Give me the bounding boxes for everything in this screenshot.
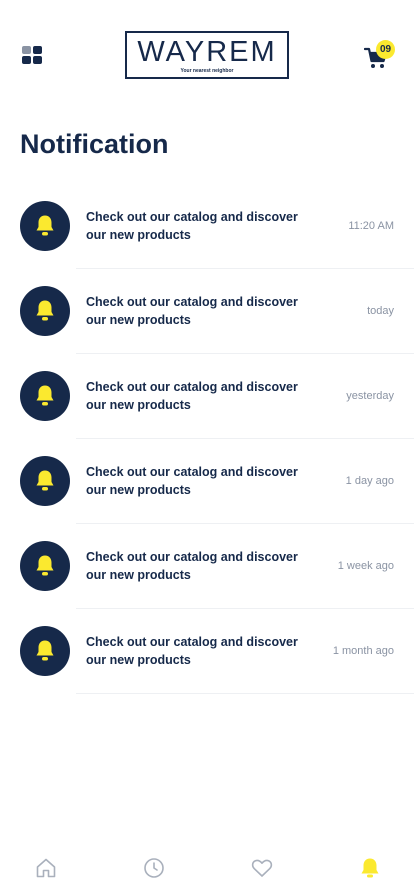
notification-message: Check out our catalog and discover our n…	[86, 380, 298, 412]
notification-avatar	[20, 541, 70, 591]
grid-square	[22, 46, 31, 54]
notification-avatar	[20, 626, 70, 676]
cart-count-badge: 09	[376, 40, 395, 59]
notification-item[interactable]: Check out our catalog and discover our n…	[0, 524, 414, 609]
logo-wordmark: WAYREM	[137, 36, 277, 68]
notification-message: Check out our catalog and discover our n…	[86, 295, 298, 327]
heart-icon	[251, 859, 273, 877]
notification-avatar	[20, 286, 70, 336]
notification-time: today	[367, 305, 394, 317]
bell-icon	[36, 215, 54, 236]
grid-square	[33, 56, 42, 64]
notification-item[interactable]: Check out our catalog and discover our n…	[0, 439, 414, 524]
notification-list: Check out our catalog and discover our n…	[0, 184, 414, 694]
notification-time: 1 month ago	[332, 645, 394, 657]
brand-logo[interactable]: WAYREM Your nearest neighbor	[125, 31, 289, 79]
notification-time: 1 day ago	[345, 475, 394, 487]
bell-icon	[36, 470, 54, 491]
notification-message: Check out our catalog and discover our n…	[86, 210, 298, 242]
bottom-nav	[0, 840, 414, 896]
notification-avatar	[20, 371, 70, 421]
bell-icon	[361, 858, 379, 878]
notification-item[interactable]: Check out our catalog and discover our n…	[0, 184, 414, 269]
clock-icon	[144, 858, 164, 878]
logo-tagline: Your nearest neighbor	[180, 68, 234, 74]
home-icon	[36, 858, 56, 878]
bell-icon	[36, 555, 54, 576]
grid-square	[33, 46, 42, 54]
bell-icon	[36, 640, 54, 661]
notification-message: Check out our catalog and discover our n…	[86, 635, 298, 667]
notification-avatar	[20, 456, 70, 506]
notification-item[interactable]: Check out our catalog and discover our n…	[0, 609, 414, 694]
bell-icon	[36, 385, 54, 406]
cart-button[interactable]: 09	[364, 40, 396, 72]
notification-avatar	[20, 201, 70, 251]
divider	[76, 693, 414, 694]
notification-time: 11:20 AM	[348, 220, 394, 232]
grid-menu-icon[interactable]	[22, 46, 42, 64]
nav-notifications[interactable]	[358, 856, 382, 880]
notification-message: Check out our catalog and discover our n…	[86, 550, 298, 582]
notification-item[interactable]: Check out our catalog and discover our n…	[0, 354, 414, 439]
page-title: Notification	[20, 129, 169, 159]
nav-favorites[interactable]	[250, 856, 274, 880]
grid-square	[22, 56, 31, 64]
notification-time: yesterday	[346, 390, 394, 402]
notification-time: 1 week ago	[337, 560, 394, 572]
bell-icon	[36, 300, 54, 321]
notification-item[interactable]: Check out our catalog and discover our n…	[0, 269, 414, 354]
app-header: WAYREM Your nearest neighbor 09	[0, 0, 414, 110]
notification-message: Check out our catalog and discover our n…	[86, 465, 298, 497]
nav-history[interactable]	[142, 856, 166, 880]
nav-home[interactable]	[34, 856, 58, 880]
